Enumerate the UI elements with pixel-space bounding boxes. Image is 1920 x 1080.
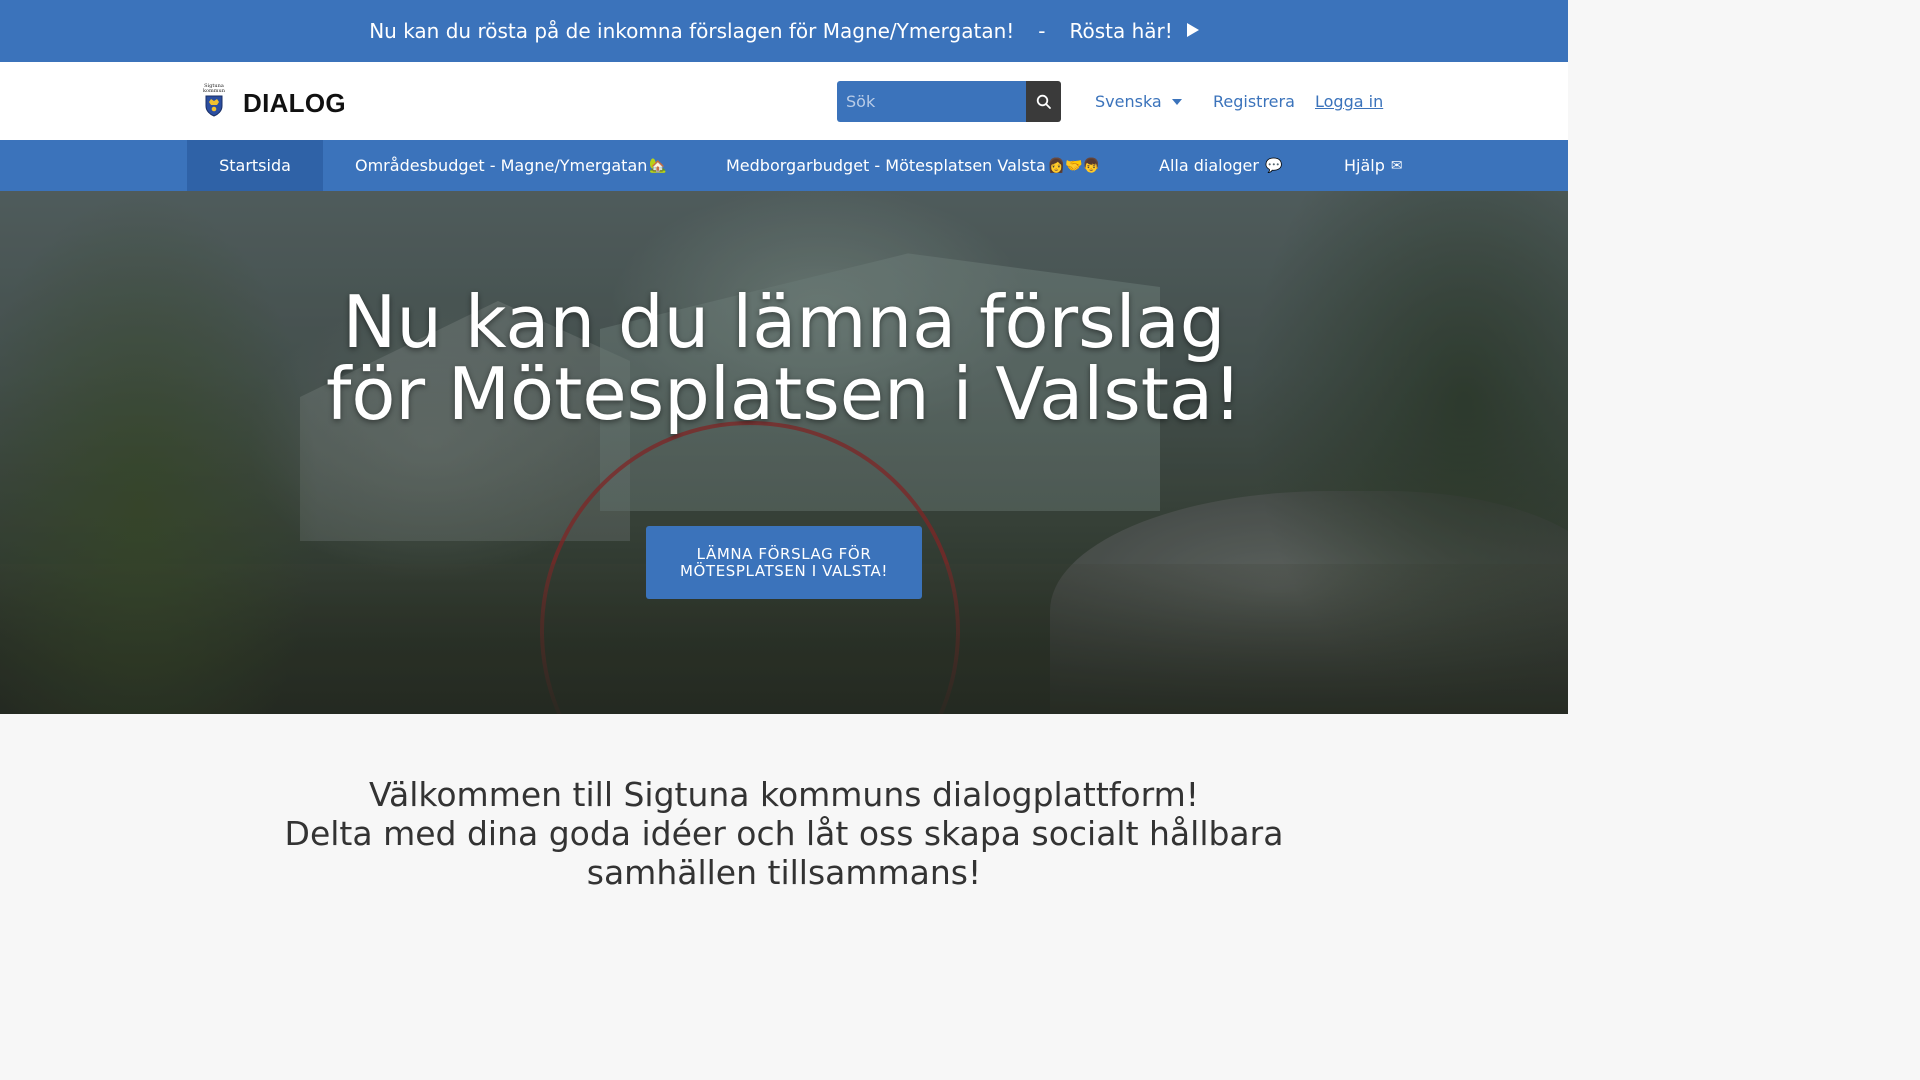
play-icon[interactable] — [1186, 23, 1199, 37]
main-nav: Startsida Områdesbudget - Magne/Ymergata… — [0, 140, 1568, 191]
site-header: Sigtuna kommun DIALOG Svenska Registrera… — [0, 62, 1568, 140]
hero-overlay — [0, 191, 1568, 714]
language-selector[interactable]: Svenska — [1095, 92, 1182, 111]
house-icon[interactable]: 🏡 — [649, 158, 666, 174]
vote-link-label[interactable]: Rösta här! — [1070, 19, 1173, 43]
language-label[interactable]: Svenska — [1095, 92, 1162, 111]
nav-item-label[interactable]: Medborgarbudget - Mötesplatsen Valsta — [726, 156, 1046, 175]
welcome-line2: Delta med dina goda idéer och låt oss sk… — [284, 814, 1284, 853]
hero-banner: Nu kan du lämna förslag för Mötesplatsen… — [0, 191, 1568, 714]
search-form — [837, 81, 1061, 122]
nav-item-startsida[interactable]: Startsida — [187, 140, 323, 191]
announcement-text: Nu kan du rösta på de inkomna förslagen … — [369, 19, 1015, 43]
site-logo[interactable]: Sigtuna kommun DIALOG — [199, 84, 346, 122]
nav-item-medborgarbudget[interactable]: Medborgarbudget - Mötesplatsen Valsta 👩🤝… — [726, 140, 1100, 191]
nav-item-alla-dialoger[interactable]: Alla dialoger 💬 — [1159, 140, 1282, 191]
nav-item-hjalp[interactable]: Hjälp ✉ — [1344, 140, 1403, 191]
brand-name[interactable]: DIALOG — [243, 88, 346, 119]
municipality-crest[interactable]: Sigtuna kommun — [199, 84, 229, 122]
submit-proposal-button[interactable]: Lämna förslag för Mötesplatsen i Valsta! — [646, 526, 922, 599]
welcome-text: Välkommen till Sigtuna kommuns dialogpla… — [0, 775, 1568, 892]
people-icon[interactable]: 👩🤝👦 — [1048, 158, 1100, 174]
hero-title: Nu kan du lämna förslag för Mötesplatsen… — [0, 286, 1568, 430]
welcome-line3: samhällen tillsammans! — [586, 853, 982, 892]
nav-item-omradesbudget[interactable]: Områdesbudget - Magne/Ymergatan 🏡 — [355, 140, 667, 191]
nav-item-label[interactable]: Alla dialoger — [1159, 156, 1259, 175]
nav-item-label[interactable]: Startsida — [219, 156, 291, 175]
caret-down-icon[interactable] — [1171, 98, 1182, 105]
nav-item-label[interactable]: Hjälp — [1344, 156, 1385, 175]
vote-link[interactable]: Rösta här! — [1070, 19, 1199, 43]
announcement-bar: Nu kan du rösta på de inkomna förslagen … — [0, 0, 1568, 62]
login-link[interactable]: Logga in — [1315, 92, 1383, 111]
search-input[interactable] — [837, 81, 1026, 122]
search-button[interactable] — [1026, 81, 1061, 122]
announcement-separator: - — [1038, 19, 1046, 43]
envelope-icon[interactable]: ✉ — [1391, 158, 1403, 174]
nav-item-label[interactable]: Områdesbudget - Magne/Ymergatan — [355, 156, 647, 175]
crest-text-line2: kommun — [203, 88, 225, 94]
crest-shield-icon — [205, 95, 223, 117]
hero-title-line2: för Mötesplatsen i Valsta! — [326, 352, 1242, 436]
speech-bubble-icon[interactable]: 💬 — [1265, 158, 1282, 174]
register-link[interactable]: Registrera — [1213, 92, 1295, 111]
search-icon[interactable] — [1036, 94, 1052, 110]
welcome-line1: Välkommen till Sigtuna kommuns dialogpla… — [369, 775, 1199, 814]
